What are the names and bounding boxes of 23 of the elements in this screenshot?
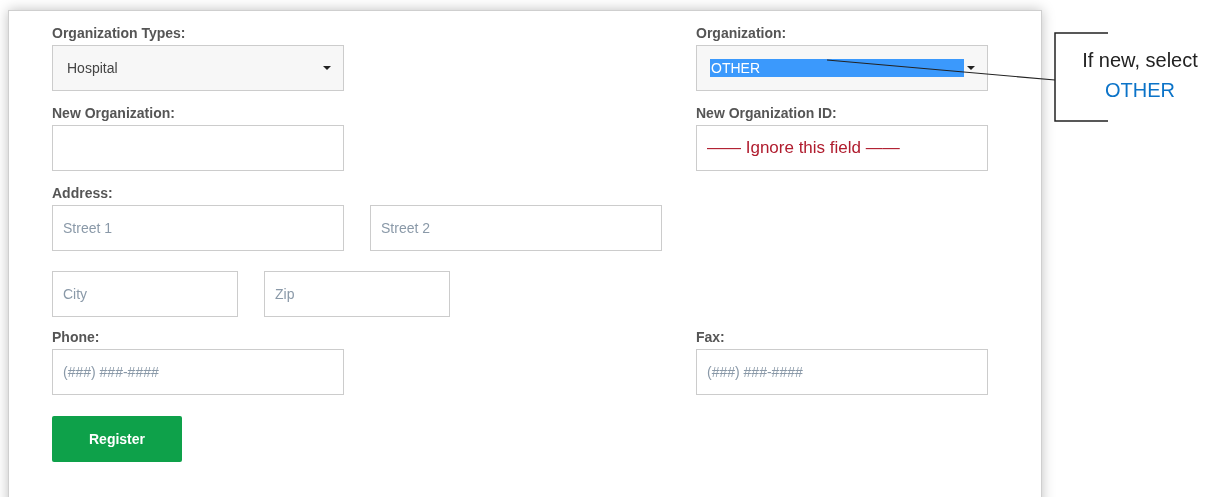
input-field[interactable]: Zip xyxy=(264,271,450,317)
annotation-text: —— Ignore this field —— xyxy=(707,137,900,160)
field-label: Organization: xyxy=(696,24,788,43)
dropdown-value: OTHER xyxy=(710,59,964,77)
callout-highlight: OTHER xyxy=(1105,78,1175,103)
input-field[interactable] xyxy=(52,125,344,171)
field-label: New Organization: xyxy=(52,104,176,123)
field-label: Address: xyxy=(52,184,114,203)
callout-text: If new, select xyxy=(1082,48,1198,73)
dropdown-value: Hospital xyxy=(66,59,119,77)
input-field[interactable]: City xyxy=(52,271,238,317)
caret-icon xyxy=(967,66,975,70)
field-label: Organization Types: xyxy=(52,24,187,43)
input-field[interactable]: (###) ###-#### xyxy=(696,349,988,395)
dropdown[interactable]: Hospital xyxy=(52,45,344,91)
input-field[interactable]: Street 1 xyxy=(52,205,344,251)
input-field[interactable]: —— Ignore this field —— xyxy=(696,125,988,171)
field-label: Fax: xyxy=(696,328,726,347)
input-field[interactable]: Street 2 xyxy=(370,205,662,251)
input-field[interactable]: (###) ###-#### xyxy=(52,349,344,395)
field-label: Phone: xyxy=(52,328,101,347)
caret-icon xyxy=(323,66,331,70)
field-label: New Organization ID: xyxy=(696,104,838,123)
